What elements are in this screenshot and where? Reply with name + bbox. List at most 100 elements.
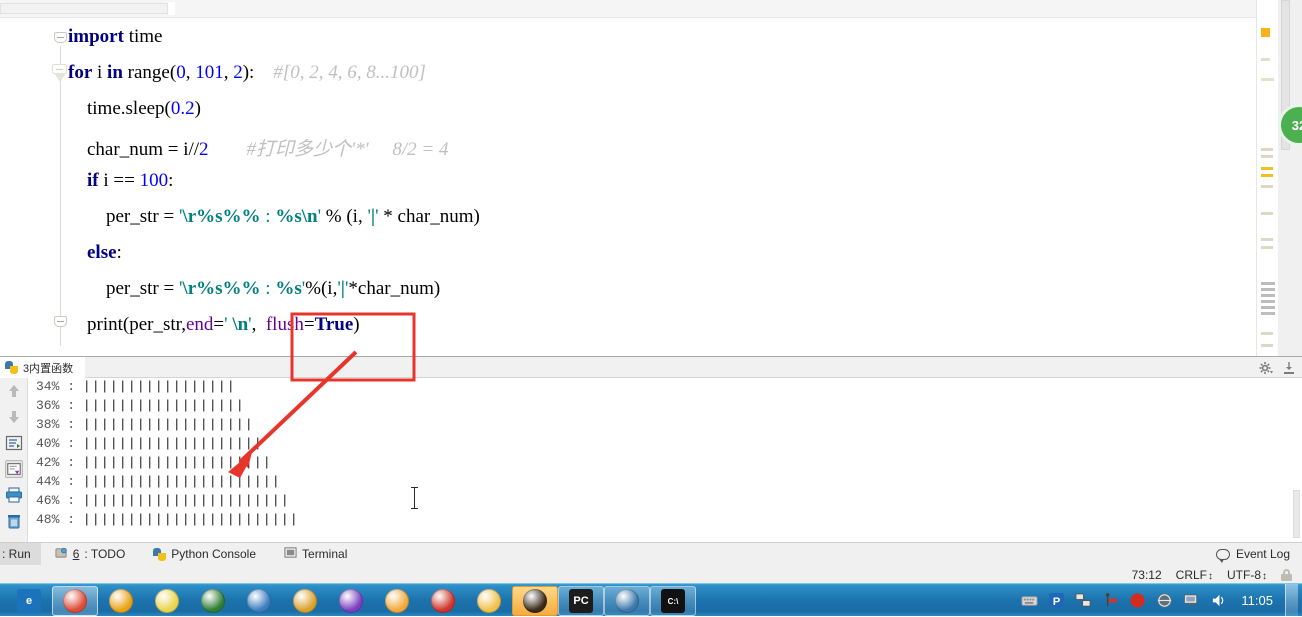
monitor-icon[interactable]: [1183, 592, 1200, 609]
status-tab-terminal[interactable]: Terminal: [270, 543, 361, 565]
code-token: in: [107, 62, 123, 83]
marker-stripe-item[interactable]: [1261, 78, 1274, 81]
marker-stripe-item[interactable]: [1261, 312, 1275, 315]
taskbar-button-secure-key[interactable]: [190, 586, 236, 616]
read-only-lock-icon[interactable]: [1281, 568, 1292, 581]
taskbar-button-active-window[interactable]: [512, 586, 558, 616]
event-log-button[interactable]: Event Log: [1215, 543, 1290, 565]
marker-stripe-item[interactable]: [1261, 246, 1273, 249]
console-output[interactable]: 34% : ||||||||||||||||| 36% : |||||||||||…: [28, 378, 1302, 543]
console-output-line: 44% : ||||||||||||||||||||||: [36, 474, 281, 489]
run-configuration-tab[interactable]: 3内置函数: [0, 357, 86, 378]
hide-panel-icon[interactable]: [1282, 361, 1296, 375]
status-bar-widgets[interactable]: 73:12 CRLF UTF-8: [1132, 565, 1292, 584]
code-token: 0.2: [170, 98, 195, 119]
status-tab-todo[interactable]: 6 : TODO: [41, 543, 140, 565]
run-tool-window[interactable]: 3内置函数 34%: ||||||||||||||||| 36%: ||||…: [0, 356, 1302, 543]
editor-horizontal-scrollbar[interactable]: [0, 0, 1256, 18]
p-app-icon[interactable]: P: [1048, 592, 1065, 609]
security-icon[interactable]: [1156, 592, 1173, 609]
taskbar-button-messenger[interactable]: [236, 586, 282, 616]
scrollbar-thumb[interactable]: [1293, 490, 1300, 538]
marker-stripe-item[interactable]: [1261, 332, 1273, 335]
progress-bars: |||||||||||||||||||: [82, 417, 254, 432]
progress-bars: ||||||||||||||||||||||||: [82, 512, 299, 527]
fold-marker-import[interactable]: [54, 32, 67, 45]
taskbar-button-command-prompt[interactable]: C:\: [650, 586, 696, 616]
marker-stripe-item[interactable]: [1261, 167, 1273, 170]
taskbar-button-file-explorer[interactable]: [466, 586, 512, 616]
code-token: else: [87, 242, 117, 263]
code-token: =: [303, 314, 315, 335]
console-side-toolbar[interactable]: [0, 378, 28, 543]
marker-stripe-item[interactable]: [1261, 185, 1273, 188]
taskbar-button-internet-explorer[interactable]: e: [6, 586, 52, 616]
clear-all-icon[interactable]: [5, 512, 23, 530]
marker-stripe-item[interactable]: [1261, 58, 1270, 61]
code-token: :: [168, 170, 174, 191]
taskbar-button-download-manager[interactable]: [282, 586, 328, 616]
marker-stripe-item[interactable]: [1261, 294, 1275, 297]
progress-bars: |||||||||||||||||||||||: [82, 493, 290, 508]
fold-marker-for-loop[interactable]: [52, 64, 68, 86]
marker-stripe-item[interactable]: [1261, 288, 1275, 291]
scrollbar-thumb[interactable]: [0, 3, 168, 14]
marker-stripe-item[interactable]: [1261, 28, 1270, 37]
fold-marker-print[interactable]: [54, 316, 67, 329]
editor-gutter[interactable]: [0, 18, 68, 356]
print-icon[interactable]: [5, 486, 23, 504]
marker-stripe-item[interactable]: [1261, 344, 1273, 347]
taskbar-button-google-chrome[interactable]: [52, 586, 98, 616]
windows-taskbar[interactable]: e PC C:\ P 11:05: [0, 583, 1302, 617]
scroll-up-icon[interactable]: [5, 382, 23, 400]
line-separator-widget[interactable]: CRLF: [1176, 568, 1213, 582]
system-tray[interactable]: P 11:05: [1021, 584, 1302, 617]
status-tab-python-console[interactable]: Python Console: [139, 543, 270, 565]
editor-vertical-scrollbar[interactable]: [1278, 0, 1302, 356]
stop-record-icon[interactable]: [1129, 592, 1146, 609]
gear-icon[interactable]: [1259, 361, 1273, 375]
network-icon[interactable]: [1075, 592, 1092, 609]
python-icon: [615, 589, 639, 613]
usb-eject-icon[interactable]: [1102, 592, 1119, 609]
caret-position-widget[interactable]: 73:12: [1132, 568, 1162, 582]
volume-icon[interactable]: [1210, 592, 1227, 609]
taskbar-button-python[interactable]: [604, 586, 650, 616]
marker-stripe-item[interactable]: [1261, 306, 1275, 309]
taskbar-button-media-player[interactable]: [98, 586, 144, 616]
scroll-down-icon[interactable]: [5, 408, 23, 426]
code-token: i: [92, 62, 108, 83]
marker-stripe-item[interactable]: [1261, 155, 1273, 158]
status-tab-run[interactable]: : Run: [0, 543, 41, 565]
marker-stripe-item[interactable]: [1261, 300, 1275, 303]
taskbar-button-red-app[interactable]: [420, 586, 466, 616]
code-editor[interactable]: import time for i in range(0, 101, 2): #[…: [0, 18, 1256, 356]
taskbar-button-photo-editor[interactable]: [374, 586, 420, 616]
marker-stripe-item[interactable]: [1261, 238, 1273, 241]
show-desktop-button[interactable]: [1285, 584, 1298, 617]
soft-wrap-icon[interactable]: [5, 434, 23, 452]
code-text-area[interactable]: import time for i in range(0, 101, 2): #[…: [68, 18, 1256, 356]
run-window-toolbar[interactable]: [1259, 357, 1296, 378]
marker-stripe-item[interactable]: [1261, 148, 1273, 151]
taskbar-button-notepad[interactable]: [144, 586, 190, 616]
taskbar-button-pycharm[interactable]: PC: [558, 586, 604, 616]
marker-stripe-item[interactable]: [1261, 282, 1275, 285]
taskbar-button-paint-tool[interactable]: [328, 586, 374, 616]
secure-key-icon: [201, 589, 225, 613]
encoding-widget[interactable]: UTF-8: [1227, 568, 1267, 582]
console-vertical-scrollbar[interactable]: [1292, 378, 1302, 543]
paint-tool-icon: [339, 589, 363, 613]
editor-marker-stripe[interactable]: [1256, 0, 1278, 356]
progress-bars: |||||||||||||||||||||: [82, 455, 272, 470]
download-manager-icon: [293, 589, 317, 613]
marker-stripe-item[interactable]: [1261, 212, 1273, 215]
taskbar-clock[interactable]: 11:05: [1241, 593, 1273, 608]
scroll-to-end-icon[interactable]: [4, 460, 23, 478]
keyboard-layout-icon[interactable]: [1021, 592, 1038, 609]
tool-window-bar[interactable]: : Run 6 : TODO Python Console Terminal: [0, 543, 361, 565]
progress-percent: 40% :: [36, 436, 83, 451]
marker-stripe-item[interactable]: [1261, 174, 1273, 177]
taskbar-buttons[interactable]: e PC C:\: [6, 584, 696, 617]
